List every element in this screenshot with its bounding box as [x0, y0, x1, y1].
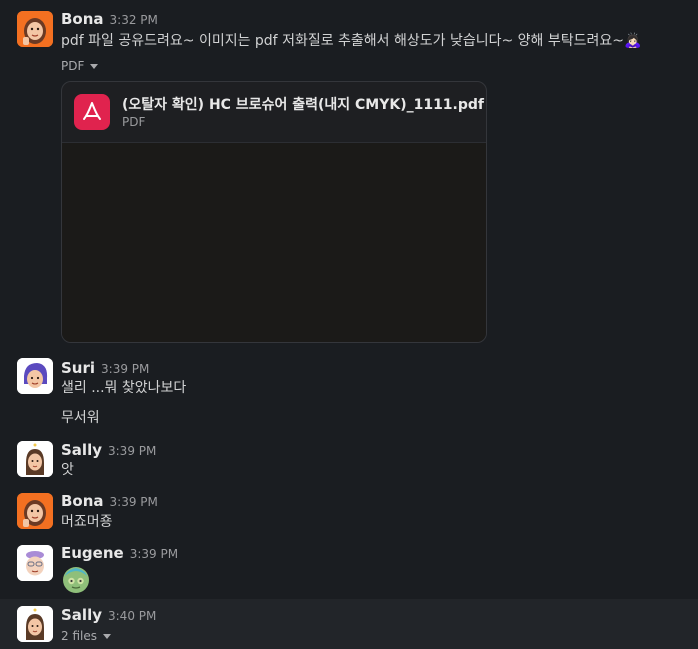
message-sally-2[interactable]: Sally 3:40 PM 2 files — [0, 599, 698, 649]
file-attachment-card[interactable]: (오탈자 확인) HC 브로슈어 출력(내지 CMYK)_1111.pdf PD… — [61, 81, 487, 343]
sender-name[interactable]: Bona — [61, 10, 104, 28]
timestamp[interactable]: 3:40 PM — [108, 609, 156, 623]
files-toggle[interactable]: 2 files — [61, 628, 111, 644]
file-name[interactable]: (오탈자 확인) HC 브로슈어 출력(내지 CMYK)_1111.pdf — [122, 94, 484, 114]
file-preview[interactable] — [62, 143, 486, 342]
avatar[interactable] — [17, 11, 53, 47]
memoji-avatar-icon — [17, 606, 53, 642]
message-text: 앗 — [61, 462, 74, 478]
message-text: pdf 파일 공유드려요~ 이미지는 pdf 저화질로 추출해서 해상도가 낮습… — [61, 33, 642, 49]
sender-name[interactable]: Eugene — [61, 544, 124, 562]
file-type: PDF — [122, 115, 146, 129]
message-text: 샐리 ...뭐 찾았나보다 — [61, 380, 187, 396]
message-bona-1: Bona 3:32 PM pdf 파일 공유드려요~ 이미지는 pdf 저화질로 … — [0, 0, 698, 350]
timestamp[interactable]: 3:39 PM — [101, 362, 149, 376]
sender-name[interactable]: Bona — [61, 492, 104, 510]
chevron-down-icon — [102, 634, 111, 639]
message-eugene: Eugene 3:39 PM — [0, 537, 698, 599]
pdf-icon — [74, 94, 110, 130]
sender-name[interactable]: Sally — [61, 606, 102, 624]
memoji-avatar-icon — [17, 545, 53, 581]
attachment-toggle-label: PDF — [61, 59, 85, 73]
timestamp[interactable]: 3:39 PM — [130, 547, 178, 561]
avatar[interactable] — [17, 493, 53, 529]
message-suri: Suri 3:39 PM 샐리 ...뭐 찾았나보다 무서워 — [0, 350, 698, 435]
file-header: (오탈자 확인) HC 브로슈어 출력(내지 CMYK)_1111.pdf PD… — [62, 82, 486, 143]
avatar[interactable] — [17, 545, 53, 581]
sender-name[interactable]: Suri — [61, 359, 95, 377]
message-text: 머죠머죵 — [61, 514, 113, 530]
chevron-down-icon — [90, 64, 99, 69]
avatar[interactable] — [17, 441, 53, 477]
memoji-avatar-icon — [17, 11, 53, 47]
timestamp[interactable]: 3:39 PM — [108, 444, 156, 458]
attachment-toggle[interactable]: PDF — [61, 58, 99, 74]
avatar[interactable] — [17, 358, 53, 394]
message-bona-2: Bona 3:39 PM 머죠머죵 — [0, 485, 698, 537]
avatar[interactable] — [17, 606, 53, 642]
message-sally-1: Sally 3:39 PM 앗 — [0, 435, 698, 485]
memoji-avatar-icon — [17, 358, 53, 394]
memoji-avatar-icon — [17, 441, 53, 477]
memoji-avatar-icon — [17, 493, 53, 529]
sender-name[interactable]: Sally — [61, 441, 102, 459]
face-mask-icon[interactable] — [61, 565, 91, 595]
files-toggle-label: 2 files — [61, 629, 97, 643]
timestamp[interactable]: 3:32 PM — [110, 13, 158, 27]
timestamp[interactable]: 3:39 PM — [110, 495, 158, 509]
message-text: 무서워 — [61, 410, 100, 426]
